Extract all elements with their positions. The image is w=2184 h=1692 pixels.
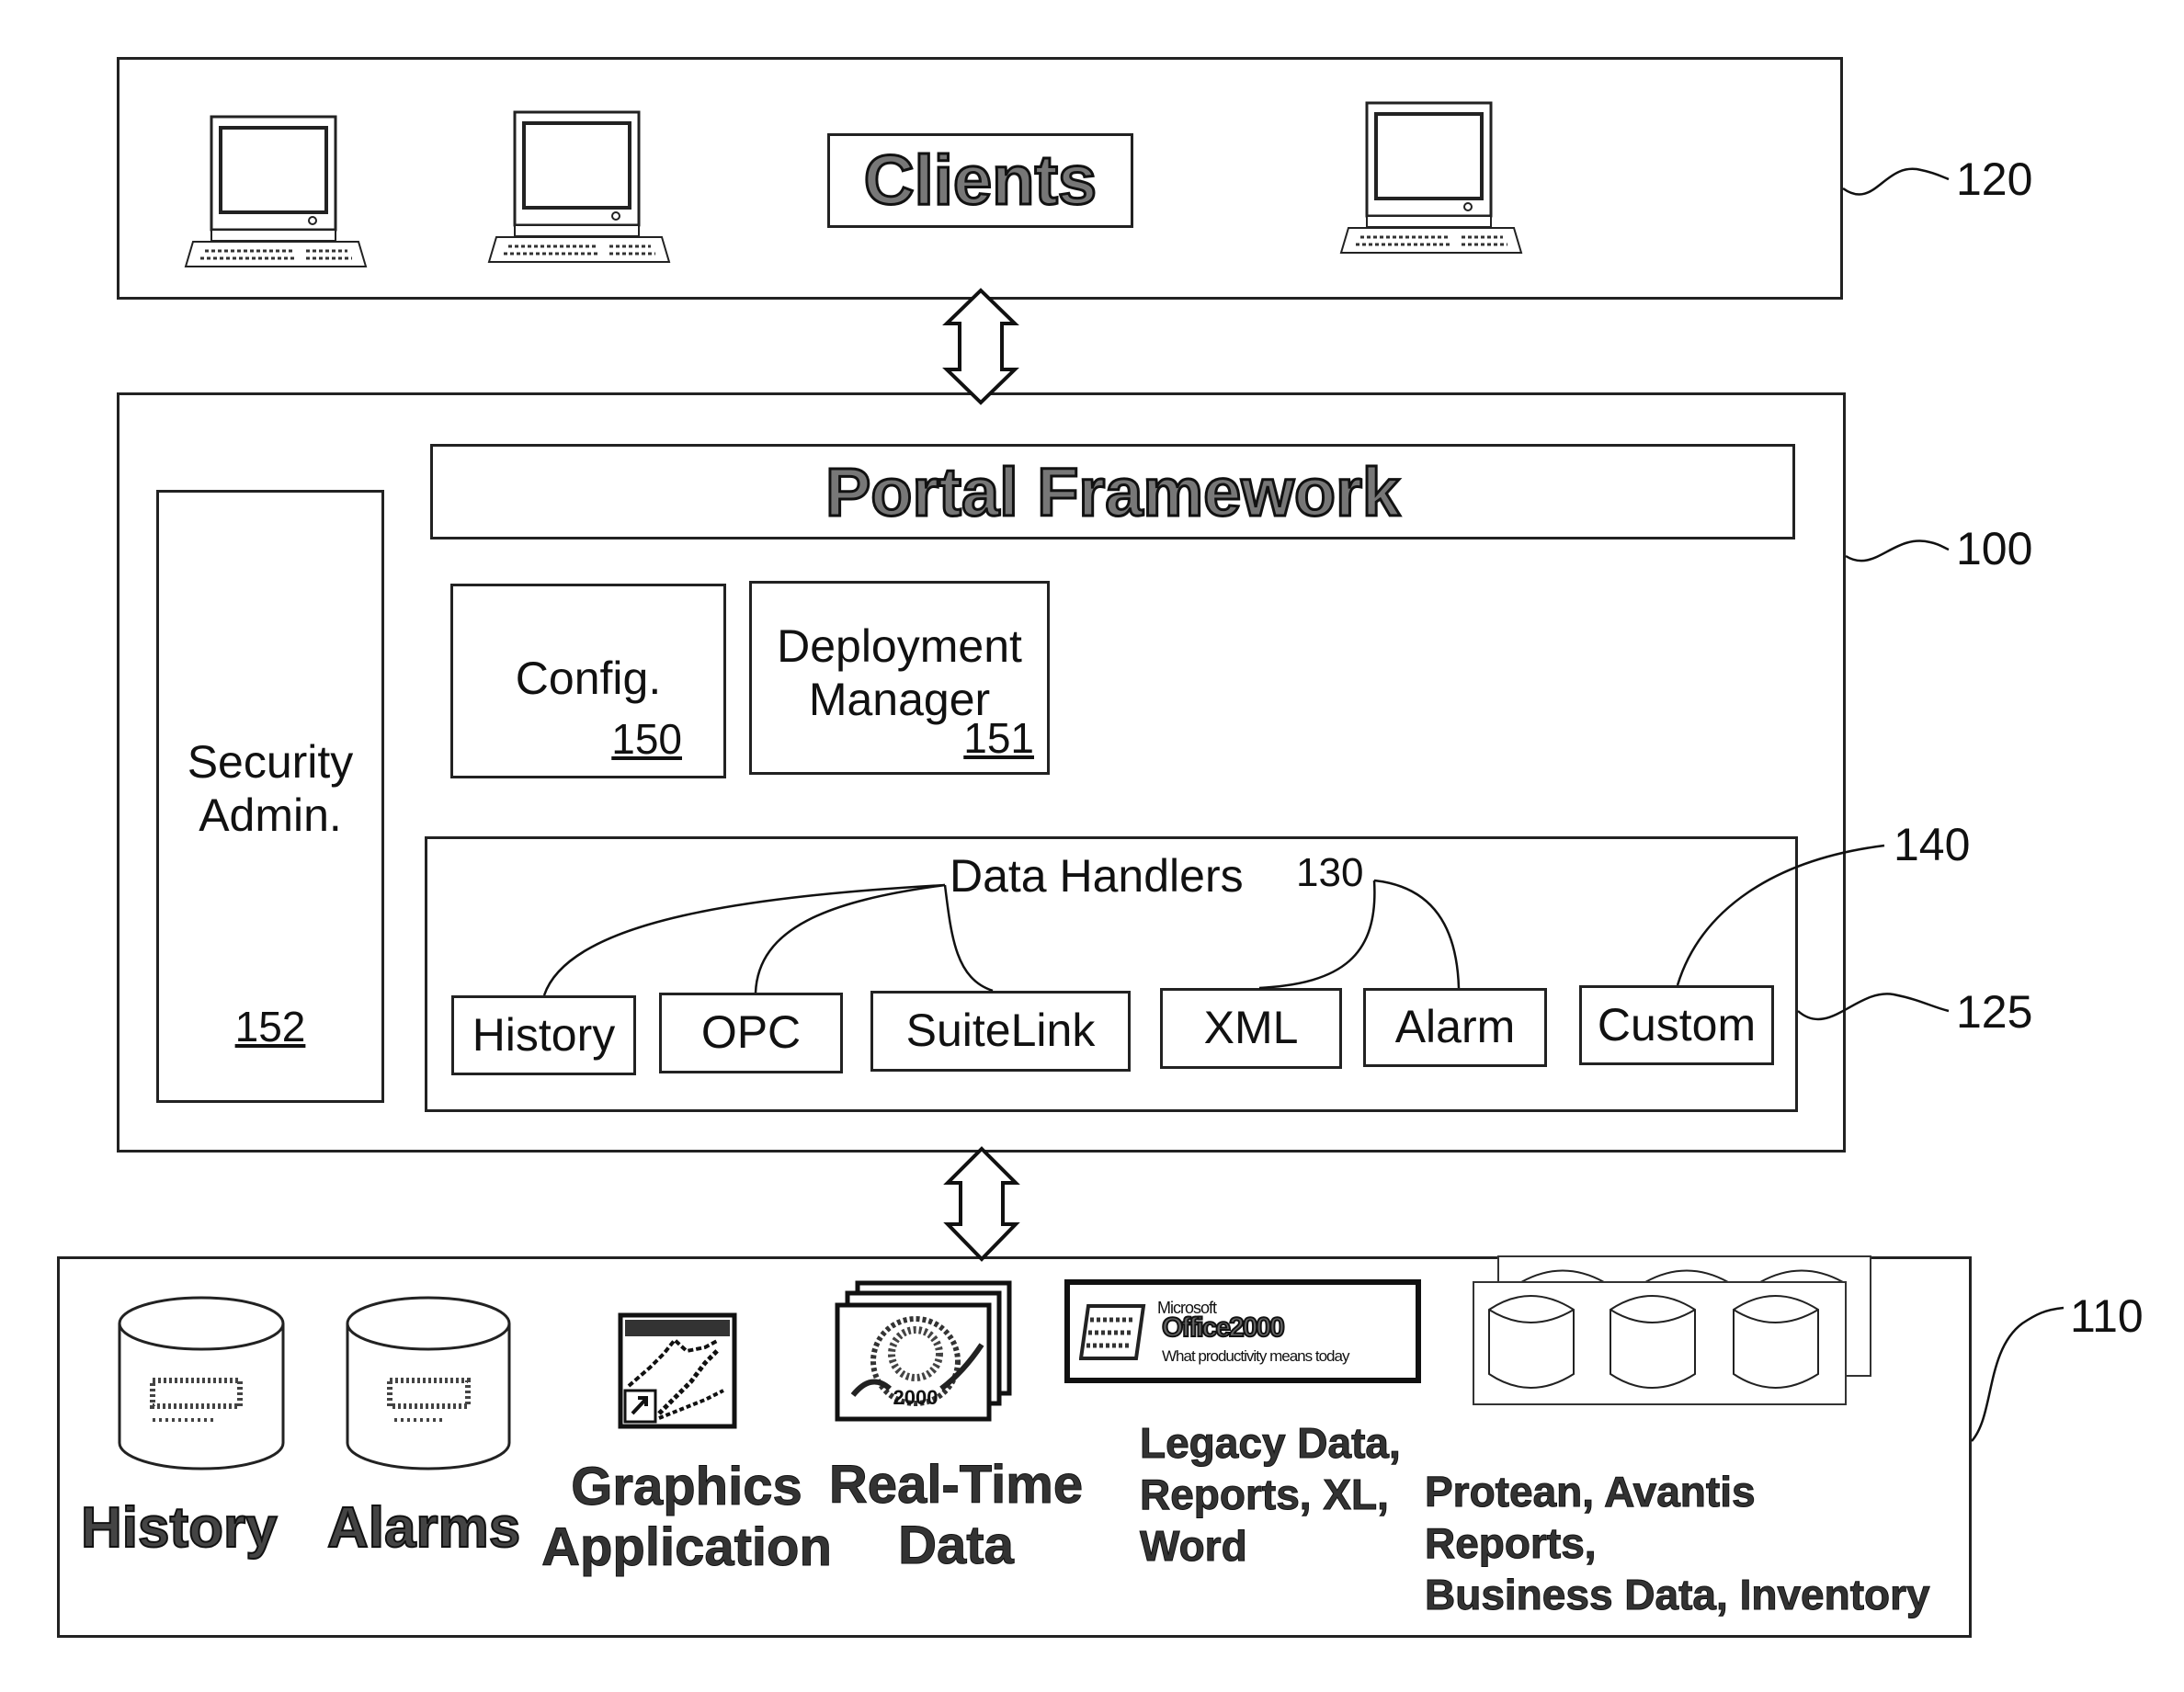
office-puzzle-icon [1079, 1304, 1146, 1360]
data-handlers-label: Data Handlers [950, 850, 1244, 902]
real-time-data-icon: 2000 [835, 1280, 1014, 1423]
deployment-manager-box: Deployment Manager 151 [749, 581, 1050, 775]
computer-icon [182, 115, 370, 271]
security-admin-box: Security Admin. 152 [156, 490, 384, 1103]
portal-ref-label: 100 [1956, 523, 2033, 574]
deployment-manager-label: Deployment Manager [752, 620, 1047, 726]
computer-icon [1337, 101, 1526, 257]
sources-ref-label: 110 [2070, 1290, 2144, 1342]
handler-xml: XML [1160, 988, 1342, 1069]
security-ref: 152 [234, 1003, 306, 1050]
data-handlers-box-ref-label: 125 [1956, 986, 2033, 1038]
business-data-label: Protean, Avantis Reports, Business Data,… [1425, 1466, 1931, 1620]
custom-ref-label: 140 [1894, 819, 1971, 870]
legacy-data-label: Legacy Data, Reports, XL, Word [1140, 1417, 1402, 1572]
config-box: Config. 150 [450, 584, 726, 778]
history-database-icon [114, 1296, 289, 1471]
security-label-line1: Security [187, 736, 354, 788]
security-label-line2: Admin. [199, 789, 342, 841]
leader-110 [1971, 1306, 2065, 1442]
clients-ref-label: 120 [1956, 153, 2033, 205]
handler-history: History [451, 995, 636, 1075]
history-source-label: History [80, 1495, 279, 1561]
legacy-label-line2: Reports, XL, [1140, 1471, 1390, 1519]
double-arrow-icon [942, 288, 1019, 405]
deployment-ref: 151 [963, 714, 1034, 762]
business-label-line1: Protean, Avantis [1425, 1467, 1757, 1516]
legacy-database-stack-icon [1471, 1255, 1875, 1406]
real-time-data-label: Real-Time Data [827, 1454, 1085, 1576]
graphics-application-icon [618, 1312, 737, 1429]
realtime-label-line2: Data [898, 1516, 1015, 1576]
config-label: Config. [515, 653, 662, 704]
handler-opc: OPC [659, 993, 843, 1073]
office-tagline: What productivity means today [1162, 1347, 1349, 1365]
real-time-data-icon-year: 2000 [893, 1386, 938, 1409]
clients-title: Clients [827, 133, 1133, 228]
graphics-label-line1: Graphics [571, 1456, 802, 1516]
double-arrow-icon [943, 1146, 1020, 1262]
config-ref: 150 [611, 715, 682, 763]
office-logo: Microsoft Office2000 What productivity m… [1064, 1279, 1421, 1383]
computer-icon [485, 110, 674, 267]
leader-120 [1842, 167, 1950, 196]
alarms-database-icon [344, 1296, 513, 1471]
alarms-source-label: Alarms [326, 1495, 521, 1561]
security-admin-label: Security Admin. [159, 736, 381, 842]
graphics-application-label: Graphics Application [541, 1456, 833, 1578]
handler-alarm: Alarm [1363, 988, 1547, 1067]
handler-custom: Custom [1579, 985, 1774, 1065]
graphics-label-line2: Application [541, 1517, 833, 1578]
legacy-label-line1: Legacy Data, [1140, 1418, 1402, 1467]
deployment-label-line1: Deployment [777, 620, 1022, 672]
leader-100 [1845, 539, 1950, 562]
realtime-label-line1: Real-Time [828, 1454, 1084, 1515]
business-label-line3: Business Data, Inventory [1425, 1571, 1931, 1619]
office-product: Office2000 [1161, 1312, 1286, 1344]
portal-framework-title: Portal Framework [430, 444, 1795, 539]
handler-suitelink: SuiteLink [870, 991, 1131, 1072]
legacy-label-line3: Word [1140, 1522, 1248, 1571]
business-label-line2: Reports, [1425, 1519, 1598, 1568]
data-handlers-ref: 130 [1296, 850, 1364, 895]
